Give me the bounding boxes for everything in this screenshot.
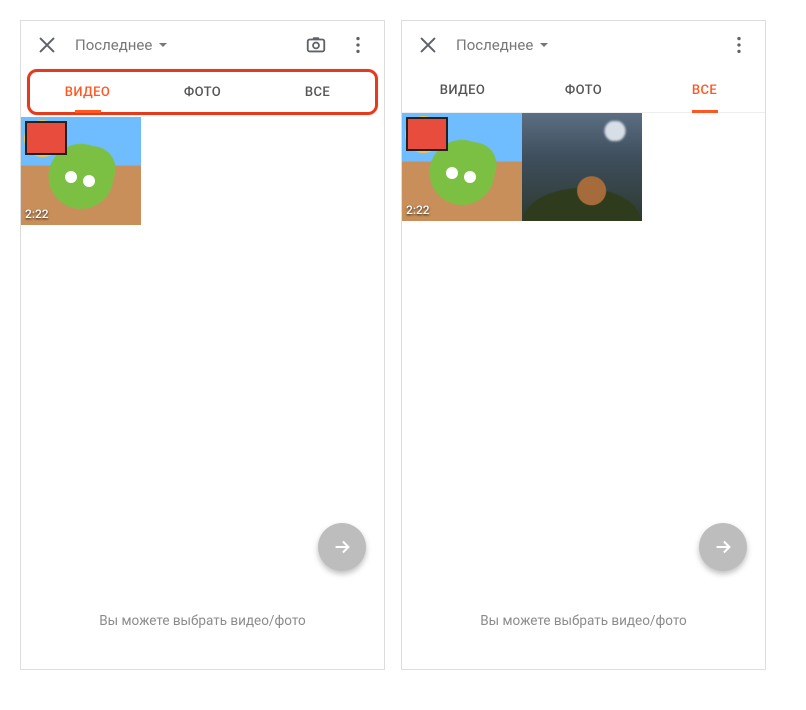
tab-label: ВСЕ xyxy=(692,83,717,98)
next-fab[interactable] xyxy=(318,523,366,571)
album-dropdown-label: Последнее xyxy=(456,36,533,54)
video-duration-badge: 2:22 xyxy=(406,203,430,217)
more-icon[interactable] xyxy=(725,31,753,59)
album-dropdown[interactable]: Последнее xyxy=(75,36,168,54)
media-thumb-video[interactable]: 2:22 xyxy=(21,117,141,225)
tab-photo[interactable]: ФОТО xyxy=(145,72,260,112)
media-grid: 2:22 xyxy=(402,113,765,593)
tab-label: ВИДЕО xyxy=(440,83,486,98)
tab-label: ВИДЕО xyxy=(65,85,111,100)
next-fab[interactable] xyxy=(699,523,747,571)
toolbar: Последнее xyxy=(21,21,384,69)
chevron-down-icon xyxy=(158,40,168,50)
tab-video[interactable]: ВИДЕО xyxy=(30,72,145,112)
arrow-right-icon xyxy=(331,536,353,558)
tab-label: ФОТО xyxy=(565,83,602,98)
selection-hint: Вы можете выбрать видео/фото xyxy=(21,593,384,669)
tab-video[interactable]: ВИДЕО xyxy=(402,69,523,112)
media-grid: 2:22 xyxy=(21,117,384,593)
toolbar: Последнее xyxy=(402,21,765,69)
chevron-down-icon xyxy=(539,40,549,50)
media-thumb-video[interactable]: 2:22 xyxy=(402,113,522,221)
tabs-highlight-frame: ВИДЕО ФОТО ВСЕ xyxy=(27,69,378,115)
more-icon[interactable] xyxy=(344,31,372,59)
tab-all[interactable]: ВСЕ xyxy=(260,72,375,112)
arrow-right-icon xyxy=(712,536,734,558)
tabs: ВИДЕО ФОТО ВСЕ xyxy=(402,69,765,113)
video-duration-badge: 2:22 xyxy=(25,207,49,221)
close-icon[interactable] xyxy=(33,31,61,59)
tab-label: ФОТО xyxy=(184,85,221,100)
tab-all[interactable]: ВСЕ xyxy=(644,69,765,112)
album-dropdown[interactable]: Последнее xyxy=(456,36,549,54)
media-thumb-photo[interactable] xyxy=(522,113,642,221)
screen-right: Последнее ВИДЕО ФОТО ВСЕ 2:22 Вы можете … xyxy=(401,20,766,670)
tab-photo[interactable]: ФОТО xyxy=(523,69,644,112)
screen-left: Последнее ВИДЕО ФОТО ВСЕ 2:22 Вы можете … xyxy=(20,20,385,670)
close-icon[interactable] xyxy=(414,31,442,59)
camera-icon[interactable] xyxy=(302,31,330,59)
album-dropdown-label: Последнее xyxy=(75,36,152,54)
selection-hint: Вы можете выбрать видео/фото xyxy=(402,593,765,669)
tab-label: ВСЕ xyxy=(305,85,330,100)
